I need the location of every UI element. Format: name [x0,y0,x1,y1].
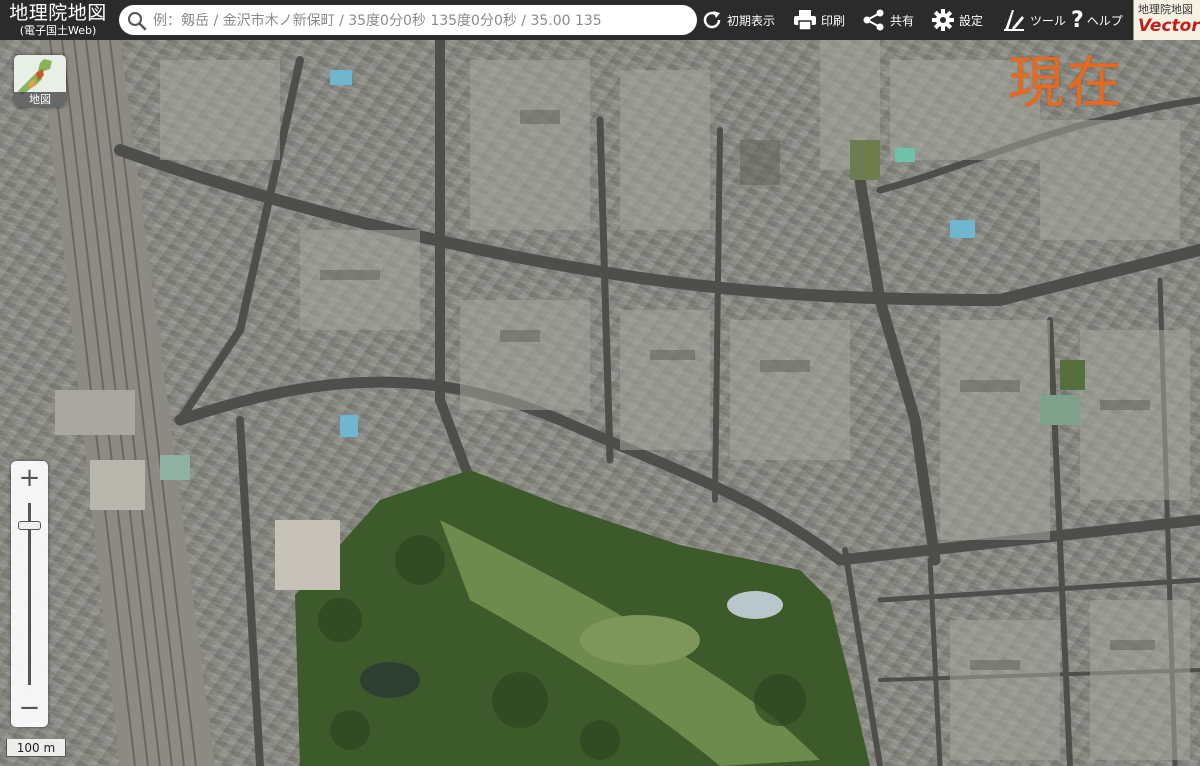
green-patch [1060,360,1085,390]
share-button[interactable]: 共有 [862,0,914,40]
search-box [119,5,697,35]
zoom-in-button[interactable]: + [11,461,48,497]
vector-link-label: Vector [1138,16,1200,36]
rooftop [160,455,190,480]
print-label: 印刷 [821,13,846,28]
reset-view-label: 初期表示 [727,13,776,28]
vector-map-link[interactable]: 地理院地図 Vector [1133,0,1200,40]
reset-icon [703,11,721,29]
station-building [55,390,135,435]
zoom-control: + − [11,461,48,727]
settings-label: 設定 [959,13,984,28]
print-icon [794,10,816,31]
help-icon: ? [1071,7,1084,33]
share-icon [863,9,884,31]
search-input[interactable] [151,9,691,33]
pool [330,70,352,85]
top-toolbar: 地理院地図 (電子国土Web) 初期表示 印刷 共有 [0,0,1200,40]
pool [950,220,975,238]
greenhouse [727,591,783,619]
reset-view-button[interactable]: 初期表示 [701,0,775,40]
zoom-slider-track[interactable] [28,503,31,685]
help-button[interactable]: ? ヘルプ [1071,0,1123,40]
settings-button[interactable]: 設定 [931,0,983,40]
park-lawn [580,615,700,665]
zoom-slider-handle[interactable] [18,520,41,530]
basemap-switcher-button[interactable]: 地図 [14,55,66,107]
green-patch [850,140,880,180]
scale-bar: 100 m [6,739,66,757]
era-label: 現在 [1008,51,1124,116]
help-label: ヘルプ [1086,13,1123,28]
station-building [90,460,145,510]
tools-icon [1004,10,1024,31]
gear-icon [932,9,954,31]
open-lot [275,520,340,590]
tools-label: ツール [1030,13,1067,28]
brand-logo[interactable]: 地理院地図 (電子国土Web) [4,2,112,37]
pool [895,148,915,162]
park-pond [360,662,420,698]
brand-title: 地理院地図 [9,2,107,24]
pool [340,415,358,437]
vector-link-title: 地理院地図 [1138,3,1193,16]
zoom-out-button[interactable]: − [11,691,48,727]
share-label: 共有 [890,13,915,28]
brand-subtitle: (電子国土Web) [19,24,97,37]
basemap-label: 地図 [14,92,66,107]
tools-button[interactable]: ツール [1002,0,1066,40]
print-button[interactable]: 印刷 [793,0,845,40]
green-patch [1040,395,1080,425]
search-icon[interactable] [127,11,147,31]
